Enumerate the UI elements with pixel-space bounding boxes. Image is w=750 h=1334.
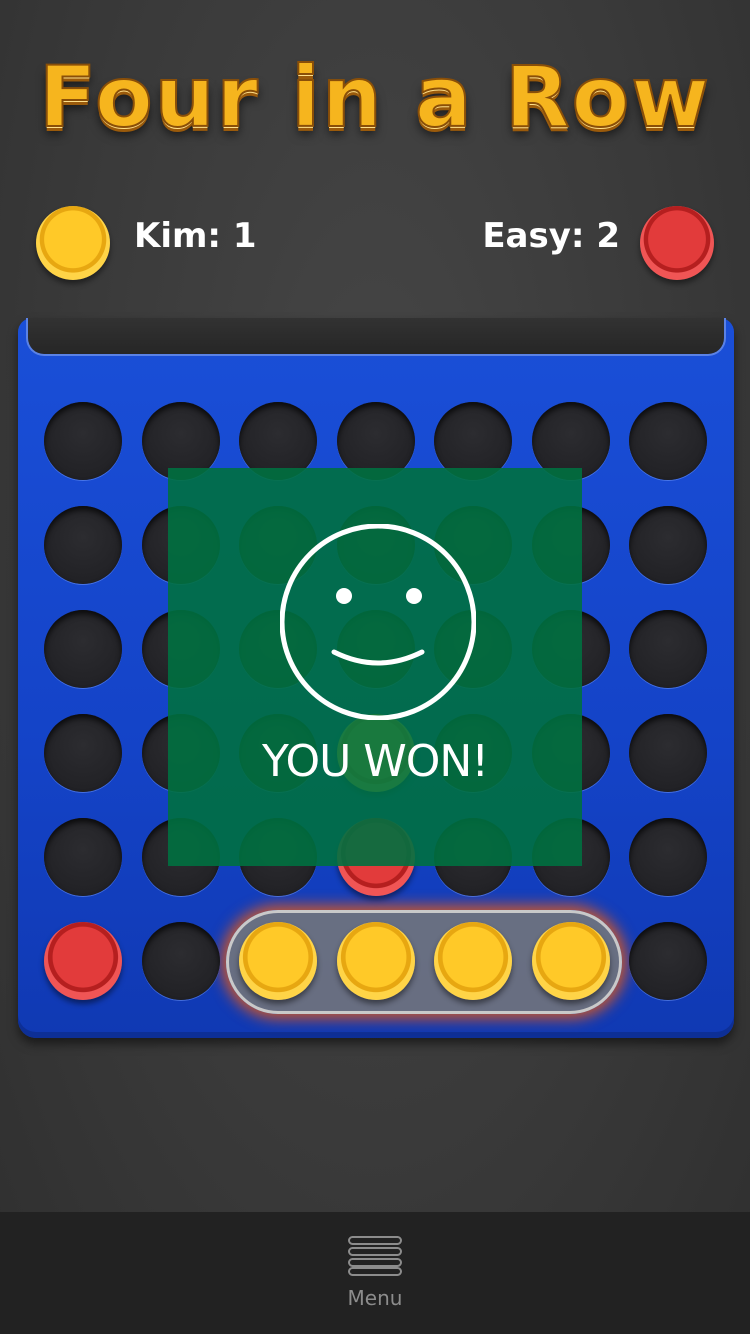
board-slot[interactable]: [44, 402, 122, 480]
board-slot[interactable]: [141, 922, 220, 1000]
win-dialog[interactable]: YOU WON!: [168, 468, 582, 866]
board-slot[interactable]: [629, 818, 707, 896]
bottom-bar: Menu: [0, 1212, 750, 1334]
board-slot[interactable]: [44, 818, 122, 896]
board-slot[interactable]: [629, 402, 707, 480]
smiley-icon: [280, 524, 476, 720]
red-chip[interactable]: [44, 922, 122, 1000]
yellow-chip[interactable]: [336, 922, 415, 1000]
player-1-score: Kim: 1: [134, 216, 257, 256]
yellow-chip[interactable]: [531, 922, 610, 1000]
board-slot[interactable]: [629, 506, 707, 584]
board-slot[interactable]: [44, 610, 122, 688]
board-slot[interactable]: [44, 714, 122, 792]
hamburger-icon: [348, 1236, 402, 1276]
menu-label: Menu: [347, 1286, 403, 1310]
yellow-chip[interactable]: [434, 922, 512, 1000]
player-1-chip-icon: [36, 206, 110, 280]
board-slot[interactable]: [44, 506, 122, 584]
player-2-score: Easy: 2: [482, 216, 620, 256]
board-slot[interactable]: [629, 610, 707, 688]
game-title: Four in a Row: [38, 47, 711, 147]
board-slot[interactable]: [629, 922, 707, 1000]
board-slot[interactable]: [629, 714, 707, 792]
win-message: YOU WON!: [262, 736, 489, 787]
menu-button[interactable]: Menu: [320, 1236, 430, 1322]
player-2-chip-icon: [640, 206, 714, 280]
drop-rail[interactable]: [26, 318, 726, 356]
yellow-chip[interactable]: [239, 922, 317, 1000]
game-screen: Four in a Row Kim: 1 Easy: 2 YOU WON! Me…: [0, 0, 750, 1334]
